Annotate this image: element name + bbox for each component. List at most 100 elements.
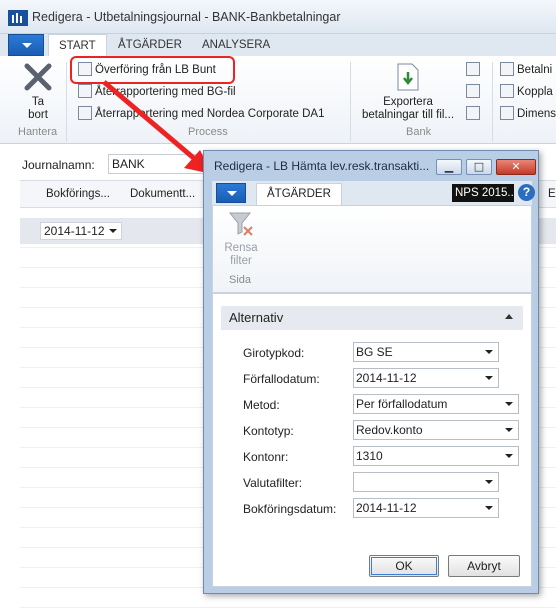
options-fasttab[interactable]: Alternativ [221, 306, 523, 330]
options-title: Alternativ [229, 310, 284, 325]
delete-button[interactable]: Ta bort [14, 62, 62, 122]
posting-date-value: 2014-11-12 [356, 501, 417, 515]
journal-name-label: Journalnamn: [22, 158, 95, 172]
payment-button[interactable]: Betalni [500, 60, 552, 80]
posting-date-label: Bokföringsdatum: [243, 502, 337, 516]
maximize-button[interactable]: □ [466, 159, 492, 175]
account-no-value: 1310 [356, 449, 383, 463]
group-manage-label: Hantera [18, 126, 58, 138]
method-value: Per förfallodatum [356, 397, 448, 411]
currency-filter-label: Valutafilter: [243, 476, 303, 490]
resend-bg-button[interactable]: Återrapportering med BG-fil [78, 82, 236, 102]
maximize-icon: □ [473, 160, 485, 173]
export-payments-label: Exportera betalningar till fil... [361, 96, 455, 121]
cancel-button[interactable]: Avbryt [448, 555, 520, 577]
table-icon [466, 84, 480, 98]
resend-nordea-label: Återrapportering med Nordea Corporate DA… [95, 108, 325, 120]
link-icon [500, 84, 514, 98]
delete-x-icon [24, 63, 52, 91]
girotype-label: Girotypkod: [243, 346, 305, 360]
posting-date-field[interactable]: 2014-11-12 [353, 498, 499, 518]
posting-date-value: 2014-11-12 [44, 224, 105, 238]
dimensions-button[interactable]: Dimens [500, 104, 556, 124]
dropdown-arrow-icon[interactable] [109, 229, 117, 233]
posting-date-cell[interactable]: 2014-11-12 [40, 222, 122, 240]
dialog-title: Redigera - LB Hämta lev.resk.transakti..… [214, 159, 430, 173]
bank-small-button-1[interactable] [466, 60, 483, 80]
clear-filter-icon [228, 212, 253, 236]
clear-filter-label: Rensa filter [224, 242, 258, 267]
clear-filter-button[interactable]: Rensa filter [217, 210, 265, 268]
close-icon: ✕ [511, 160, 521, 173]
dropdown-arrow-icon[interactable] [485, 506, 493, 510]
column-header-document-type[interactable]: Dokumentt... [130, 188, 195, 200]
export-file-icon [397, 63, 419, 91]
dialog-menu-button[interactable] [216, 183, 246, 203]
account-no-label: Kontonr: [243, 450, 289, 464]
resend-bg-label: Återrapportering med BG-fil [95, 86, 236, 98]
dropdown-arrow-icon[interactable] [505, 402, 513, 406]
ok-button[interactable]: OK [369, 555, 439, 577]
app-menu-button[interactable] [8, 34, 44, 56]
ribbon-separator [66, 62, 67, 142]
collapse-icon[interactable] [505, 314, 513, 319]
method-label: Metod: [243, 398, 280, 412]
payment-icon [500, 62, 514, 76]
account-type-value: Redov.konto [356, 423, 423, 437]
dialog-ribbon: Rensa filter Sida [212, 205, 532, 293]
dialog-tabs: ÅTGÄRDER NPS 2015... ? [212, 181, 535, 205]
document-icon [78, 106, 92, 120]
dropdown-arrow-icon [22, 43, 32, 48]
payment-label: Betalni [517, 64, 553, 76]
account-no-field[interactable]: 1310 [353, 446, 519, 466]
tab-start[interactable]: START [48, 34, 107, 56]
tab-analyze[interactable]: ANALYSERA [192, 34, 280, 56]
link-button[interactable]: Koppla [500, 82, 553, 102]
document-icon [78, 84, 92, 98]
dialog-window: Redigera - LB Hämta lev.resk.transakti..… [203, 150, 539, 594]
link-label: Koppla [517, 86, 553, 98]
girotype-select[interactable]: BG SE [353, 342, 499, 362]
girotype-value: BG SE [356, 345, 393, 359]
resend-nordea-button[interactable]: Återrapportering med Nordea Corporate DA… [78, 104, 324, 124]
dropdown-arrow-icon [227, 191, 237, 196]
group-bank-label: Bank [406, 126, 432, 138]
group-process-label: Process [188, 126, 228, 138]
column-header-partial[interactable]: E [548, 188, 556, 200]
tab-actions[interactable]: ÅTGÄRDER [108, 34, 192, 56]
list-icon [466, 106, 480, 120]
app-logo-icon [8, 10, 28, 26]
dropdown-arrow-icon[interactable] [505, 454, 513, 458]
bank-small-button-3[interactable] [466, 104, 483, 124]
dropdown-arrow-icon[interactable] [485, 350, 493, 354]
column-header-posting-date[interactable]: Bokförings... [46, 188, 110, 200]
company-badge: NPS 2015... [452, 184, 514, 202]
dimensions-icon [500, 106, 514, 120]
account-type-label: Kontotyp: [243, 424, 294, 438]
ribbon-separator [492, 62, 493, 142]
window-title: Redigera - Utbetalningsjournal - BANK-Ba… [32, 10, 341, 24]
dimensions-label: Dimens [517, 108, 556, 120]
delete-button-label: Ta bort [28, 96, 48, 121]
dropdown-arrow-icon[interactable] [485, 376, 493, 380]
bank-small-button-2[interactable] [466, 82, 483, 102]
minimize-icon: ▁ [444, 160, 454, 173]
ribbon-separator [350, 62, 351, 142]
table-icon [466, 62, 480, 76]
currency-filter-select[interactable] [353, 472, 499, 492]
close-button[interactable]: ✕ [496, 159, 536, 175]
help-icon[interactable]: ? [518, 184, 535, 201]
dropdown-arrow-icon[interactable] [485, 480, 493, 484]
export-payments-button[interactable]: Exportera betalningar till fil... [356, 62, 460, 122]
dropdown-arrow-icon[interactable] [505, 428, 513, 432]
highlight-annotation [70, 56, 235, 84]
ribbon-tabs: START ÅTGÄRDER ANALYSERA [0, 34, 556, 56]
tab-actions[interactable]: ÅTGÄRDER [256, 183, 342, 205]
method-select[interactable]: Per förfallodatum [353, 394, 519, 414]
dialog-body: Alternativ Girotypkod: BG SE Förfallodat… [212, 293, 532, 587]
group-page-label: Sida [229, 274, 252, 286]
due-date-field[interactable]: 2014-11-12 [353, 368, 499, 388]
main-titlebar: Redigera - Utbetalningsjournal - BANK-Ba… [0, 0, 556, 34]
account-type-select[interactable]: Redov.konto [353, 420, 519, 440]
minimize-button[interactable]: ▁ [436, 159, 462, 175]
